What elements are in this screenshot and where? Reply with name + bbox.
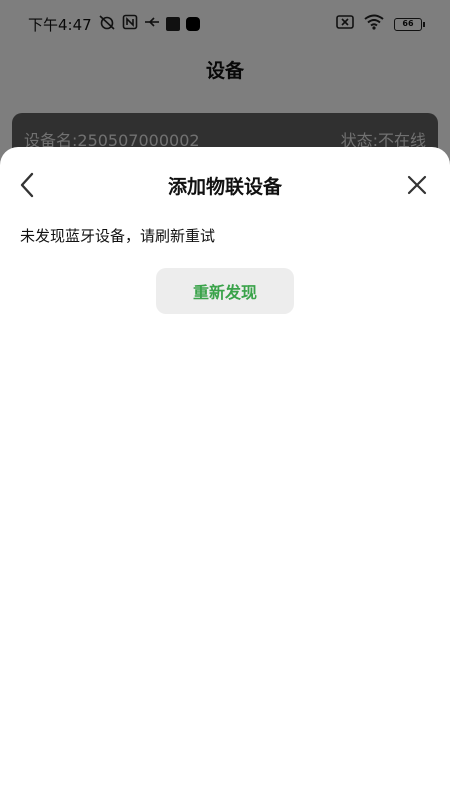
sheet-header: 添加物联设备 [0, 147, 450, 223]
back-button[interactable] [14, 171, 40, 199]
sheet-title: 添加物联设备 [167, 175, 282, 198]
add-device-sheet: 添加物联设备 未发现蓝牙设备，请刷新重试 重新发现 [0, 147, 450, 800]
close-icon [407, 175, 427, 195]
close-button[interactable] [404, 171, 430, 199]
rediscover-button[interactable]: 重新发现 [156, 268, 294, 314]
no-device-message: 未发现蓝牙设备，请刷新重试 [20, 227, 216, 245]
back-icon [20, 172, 34, 198]
